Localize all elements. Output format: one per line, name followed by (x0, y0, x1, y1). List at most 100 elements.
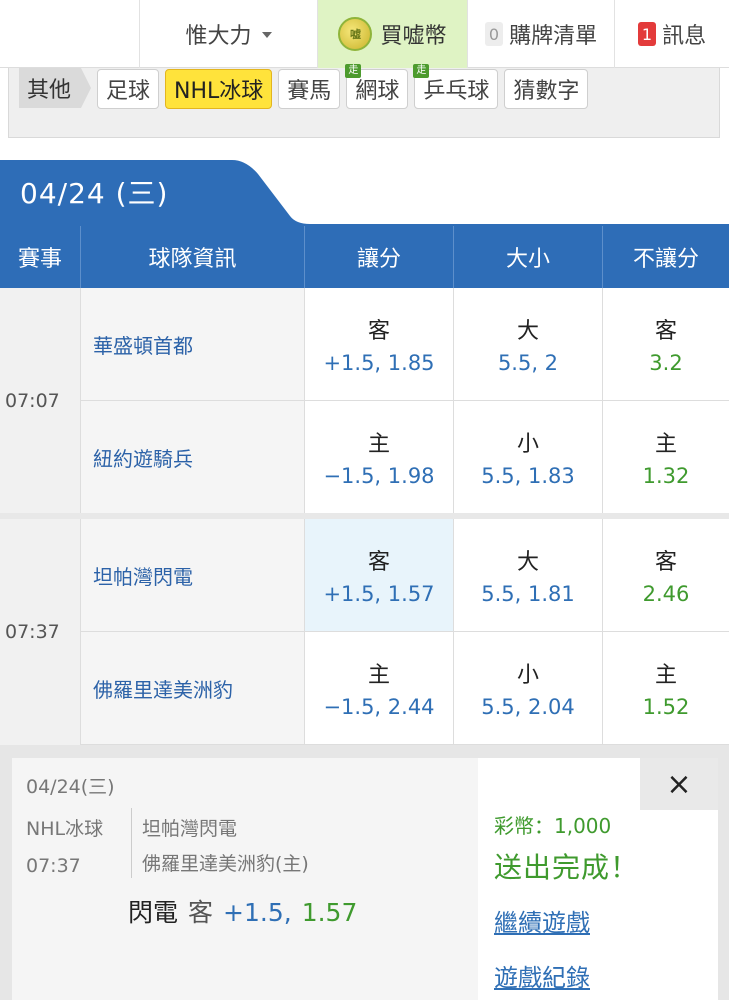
user-name: 惟大力 (185, 24, 252, 49)
table-row: 紐約遊騎兵 主 −1.5, 1.98 小 5.5, 1.83 主 1.32 (81, 401, 729, 514)
live-tag: 走 (345, 64, 362, 78)
top-bar-spacer (0, 0, 140, 68)
messages-button[interactable]: 1 訊息 (615, 0, 729, 68)
coin-icon: 嘘 (338, 17, 373, 51)
odds-value: +1.5, 1.85 (323, 351, 435, 375)
odds-value: 5.5, 2 (497, 351, 559, 375)
team-name[interactable]: 華盛頓首都 (81, 288, 305, 400)
bet-pick-team: 閃電 (128, 898, 179, 927)
date-label: 04/24 (三) (20, 177, 169, 210)
user-menu-button[interactable]: 惟大力 (140, 0, 318, 68)
total-odds-cell[interactable]: 小 5.5, 1.83 (454, 401, 603, 513)
bet-team-home: 坦帕灣閃電 (142, 818, 238, 840)
total-odds-cell[interactable]: 小 5.5, 2.04 (454, 632, 603, 744)
header-team-info: 球隊資訊 (81, 226, 305, 288)
odds-table-header: 賽事 球隊資訊 讓分 大小 不讓分 (0, 226, 729, 288)
bet-slip-button[interactable]: 0 購牌清單 (468, 0, 615, 68)
bet-league: NHL冰球 (26, 818, 104, 840)
table-row: 華盛頓首都 客 +1.5, 1.85 大 5.5, 2 客 3.2 (81, 288, 729, 401)
spread-odds-cell-selected[interactable]: 客 +1.5, 1.57 (305, 519, 454, 631)
bet-date: 04/24(三) (26, 776, 115, 798)
spread-odds-cell[interactable]: 主 −1.5, 1.98 (305, 401, 454, 513)
bet-coins: 彩幣：1,000 (494, 814, 612, 838)
odds-side: 大 (516, 319, 539, 344)
odds-side: 小 (516, 432, 539, 457)
odds-value: 5.5, 1.81 (481, 582, 575, 606)
total-odds-cell[interactable]: 大 5.5, 2 (454, 288, 603, 400)
odds-side: 主 (367, 663, 390, 688)
bet-slip-count-badge: 0 (484, 22, 504, 46)
coin-glyph: 嘘 (349, 28, 361, 41)
odds-side: 主 (654, 663, 677, 688)
buy-coins-button[interactable]: 嘘 買嘘幣 (318, 0, 468, 68)
odds-side: 客 (654, 319, 677, 344)
total-odds-cell[interactable]: 大 5.5, 1.81 (454, 519, 603, 631)
header-moneyline: 不讓分 (632, 247, 699, 272)
messages-count-badge: 1 (637, 22, 657, 46)
close-popup-button[interactable]: × (640, 758, 718, 810)
bet-slip-label: 購牌清單 (509, 24, 598, 49)
live-tag: 走 (413, 64, 430, 78)
spread-odds-cell[interactable]: 主 −1.5, 2.44 (305, 632, 454, 744)
odds-value: 1.52 (642, 695, 690, 719)
divider (131, 808, 132, 878)
category-soccer[interactable]: 足球 (97, 69, 160, 109)
odds-side: 客 (367, 319, 390, 344)
odds-side: 大 (516, 550, 539, 575)
table-row: 坦帕灣閃電 客 +1.5, 1.57 大 5.5, 1.81 客 2.46 (81, 519, 729, 632)
team-name[interactable]: 紐約遊騎兵 (81, 401, 305, 513)
moneyline-odds-cell[interactable]: 主 1.32 (603, 401, 729, 513)
chevron-down-icon (261, 32, 272, 38)
messages-label: 訊息 (662, 24, 707, 49)
bet-time: 07:37 (26, 855, 81, 877)
moneyline-odds-cell[interactable]: 客 2.46 (603, 519, 729, 631)
odds-side: 小 (516, 663, 539, 688)
bet-team-away: 佛羅里達美洲豹(主) (142, 853, 309, 875)
spread-odds-cell[interactable]: 客 +1.5, 1.85 (305, 288, 454, 400)
odds-value: 5.5, 1.83 (481, 464, 575, 488)
category-label: 乒乓球 (423, 79, 490, 104)
category-other[interactable]: 其他 (19, 68, 92, 108)
category-label: 猜數字 (513, 79, 580, 104)
odds-side: 客 (654, 550, 677, 575)
moneyline-odds-cell[interactable]: 主 1.52 (603, 632, 729, 744)
header-spread: 讓分 (305, 226, 454, 288)
game-time: 07:37 (0, 519, 81, 745)
odds-value: −1.5, 1.98 (323, 464, 435, 488)
category-table-tennis[interactable]: 走乒乓球 (413, 64, 499, 109)
moneyline-odds-cell[interactable]: 客 3.2 (603, 288, 729, 400)
buy-coins-label: 買嘘幣 (380, 24, 447, 49)
team-name[interactable]: 坦帕灣閃電 (81, 519, 305, 631)
category-label: 足球 (106, 79, 151, 104)
bet-pick-side: 客 (188, 898, 214, 927)
bet-pick: 閃電 客 +1.5, 1.57 (128, 893, 357, 929)
odds-side: 客 (367, 550, 390, 575)
odds-value: 3.2 (649, 351, 683, 375)
odds-side: 主 (367, 432, 390, 457)
table-row: 佛羅里達美洲豹 主 −1.5, 2.44 小 5.5, 2.04 主 1.52 (81, 632, 729, 745)
category-label: NHL冰球 (174, 79, 264, 104)
category-tennis[interactable]: 走網球 (345, 64, 409, 109)
continue-game-link[interactable]: 繼續遊戲 (494, 903, 590, 938)
game-time: 07:07 (0, 288, 81, 514)
category-label: 賽馬 (287, 79, 332, 104)
team-name[interactable]: 佛羅里達美洲豹 (81, 632, 305, 744)
close-icon: × (666, 766, 692, 802)
odds-value: 2.46 (642, 582, 690, 606)
header-event: 賽事 (0, 226, 81, 288)
bet-pick-odds: 1.57 (301, 898, 358, 927)
category-bar: 其他 足球 NHL冰球 賽馬 走網球 走乒乓球 猜數字 (8, 64, 720, 138)
category-number-guess[interactable]: 猜數字 (504, 69, 589, 109)
odds-value: 5.5, 2.04 (481, 695, 575, 719)
odds-value: −1.5, 2.44 (323, 695, 435, 719)
category-label: 網球 (355, 79, 400, 104)
date-tab: 04/24 (三) (0, 160, 729, 226)
odds-value: 1.32 (642, 464, 690, 488)
header-total: 大小 (454, 226, 603, 288)
category-nhl[interactable]: NHL冰球 (165, 69, 273, 109)
top-bar: 惟大力 嘘 買嘘幣 0 購牌清單 1 訊息 (0, 0, 729, 68)
game-history-link[interactable]: 遊戲紀錄 (494, 958, 590, 993)
category-horse-racing[interactable]: 賽馬 (278, 69, 341, 109)
bet-submitted-message: 送出完成！ (494, 851, 640, 884)
bet-pick-spread: +1.5, (223, 898, 292, 927)
